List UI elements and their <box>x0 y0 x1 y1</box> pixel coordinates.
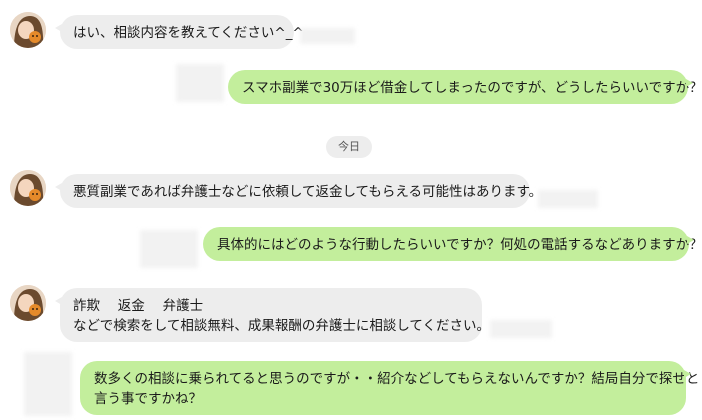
incoming-message-bubble[interactable]: 悪質副業であれば弁護士などに依頼して返金してもらえる可能性はあります。 <box>55 174 543 208</box>
message-text: 数多くの相談に乗られてると思うのですが・・紹介などしてもらえないんですか？結局自… <box>94 371 700 387</box>
incoming-message-bubble[interactable]: 詐欺 返金 弁護士 などで検索をして相談無料、成果報酬の弁護士に相談してください… <box>55 288 491 342</box>
blurred-timestamp <box>300 28 355 44</box>
message-text: などで検索をして相談無料、成果報酬の弁護士に相談してください。 <box>73 318 491 334</box>
incoming-message-bubble[interactable]: はい、相談内容を教えてください^_^ <box>55 15 304 49</box>
outgoing-message-bubble[interactable]: スマホ副業で30万ほど借金してしまったのですが、どうしたらいいですか？？ <box>228 70 702 104</box>
operator-avatar-icon <box>10 285 46 321</box>
operator-avatar-icon <box>10 170 46 206</box>
message-text: スマホ副業で30万ほど借金してしまったのですが、どうしたらいいですか？？ <box>242 80 702 96</box>
blurred-timestamp <box>24 352 72 416</box>
message-text: はい、相談内容を教えてください^_^ <box>73 25 304 41</box>
outgoing-message-bubble[interactable]: 具体的にはどのような行動したらいいですか？何処の電話するなどありますか？ <box>203 227 702 261</box>
outgoing-message-bubble[interactable]: 数多くの相談に乗られてると思うのですが・・紹介などしてもらえないんですか？結局自… <box>80 361 700 415</box>
blurred-timestamp <box>538 190 598 208</box>
blurred-timestamp <box>490 320 552 338</box>
blurred-timestamp <box>140 230 198 268</box>
operator-avatar-icon <box>10 12 46 48</box>
date-separator: 今日 <box>326 136 372 158</box>
message-text: 言う事ですかね？ <box>94 391 202 407</box>
operator-avatar[interactable] <box>10 170 46 206</box>
operator-avatar[interactable] <box>10 12 46 48</box>
message-text: 悪質副業であれば弁護士などに依頼して返金してもらえる可能性はあります。 <box>73 184 543 200</box>
operator-avatar[interactable] <box>10 285 46 321</box>
message-text: 具体的にはどのような行動したらいいですか？何処の電話するなどありますか？ <box>217 237 702 253</box>
blurred-timestamp <box>176 64 224 102</box>
message-text: 詐欺 返金 弁護士 <box>73 298 204 314</box>
